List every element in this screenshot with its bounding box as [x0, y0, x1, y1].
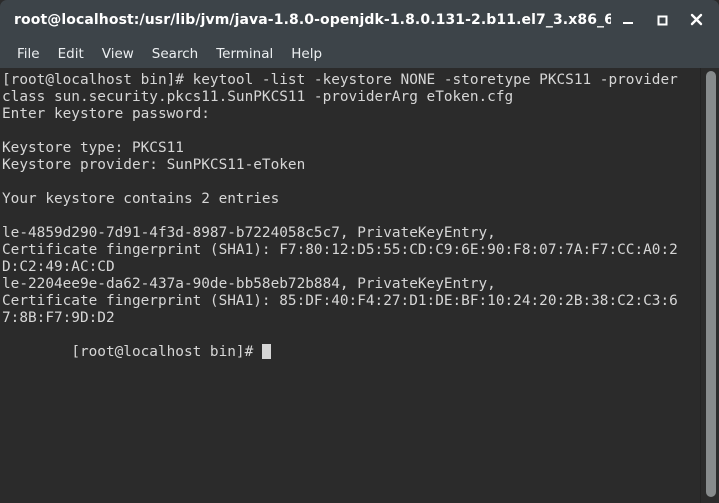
menu-bar: File Edit View Search Terminal Help: [0, 40, 719, 68]
text-cursor: [261, 344, 271, 359]
terminal-line: [root@localhost bin]# keytool -list -key…: [2, 72, 678, 88]
terminal-line: le-2204ee9e-da62-437a-90de-bb58eb72b884,…: [2, 276, 496, 292]
terminal-line: D:C2:49:AC:CD: [2, 259, 115, 275]
terminal-window: root@localhost:/usr/lib/jvm/java-1.8.0-o…: [0, 0, 719, 503]
vertical-scrollbar[interactable]: [700, 68, 719, 503]
menu-item-file[interactable]: File: [8, 44, 49, 64]
minimize-button[interactable]: [611, 4, 645, 36]
terminal-output: [root@localhost bin]# keytool -list -key…: [2, 72, 700, 327]
window-title: root@localhost:/usr/lib/jvm/java-1.8.0-o…: [14, 11, 611, 28]
scrollbar-thumb[interactable]: [706, 71, 716, 497]
shell-prompt: [root@localhost bin]#: [71, 344, 262, 360]
title-bar[interactable]: root@localhost:/usr/lib/jvm/java-1.8.0-o…: [0, 0, 719, 40]
terminal-line: class sun.security.pkcs11.SunPKCS11 -pro…: [2, 89, 514, 105]
terminal-line: Certificate fingerprint (SHA1): 85:DF:40…: [2, 293, 678, 309]
terminal-line: Keystore type: PKCS11: [2, 140, 184, 156]
maximize-button[interactable]: [645, 4, 679, 36]
terminal-line: Enter keystore password:: [2, 106, 210, 122]
menu-item-edit[interactable]: Edit: [49, 44, 93, 64]
terminal-area: [root@localhost bin]# keytool -list -key…: [0, 68, 719, 503]
menu-item-view[interactable]: View: [93, 44, 143, 64]
terminal-screen[interactable]: [root@localhost bin]# keytool -list -key…: [0, 68, 700, 503]
menu-item-search[interactable]: Search: [143, 44, 207, 64]
terminal-line: Certificate fingerprint (SHA1): F7:80:12…: [2, 242, 678, 258]
terminal-prompt-line: [root@localhost bin]#: [2, 327, 700, 378]
terminal-line: 7:8B:F7:9D:D2: [2, 310, 115, 326]
terminal-line: Keystore provider: SunPKCS11-eToken: [2, 157, 306, 173]
terminal-line: Your keystore contains 2 entries: [2, 191, 280, 207]
terminal-line: le-4859d290-7d91-4f3d-8987-b7224058c5c7,…: [2, 225, 496, 241]
menu-item-terminal[interactable]: Terminal: [207, 44, 282, 64]
close-button[interactable]: [679, 4, 713, 36]
menu-item-help[interactable]: Help: [282, 44, 331, 64]
